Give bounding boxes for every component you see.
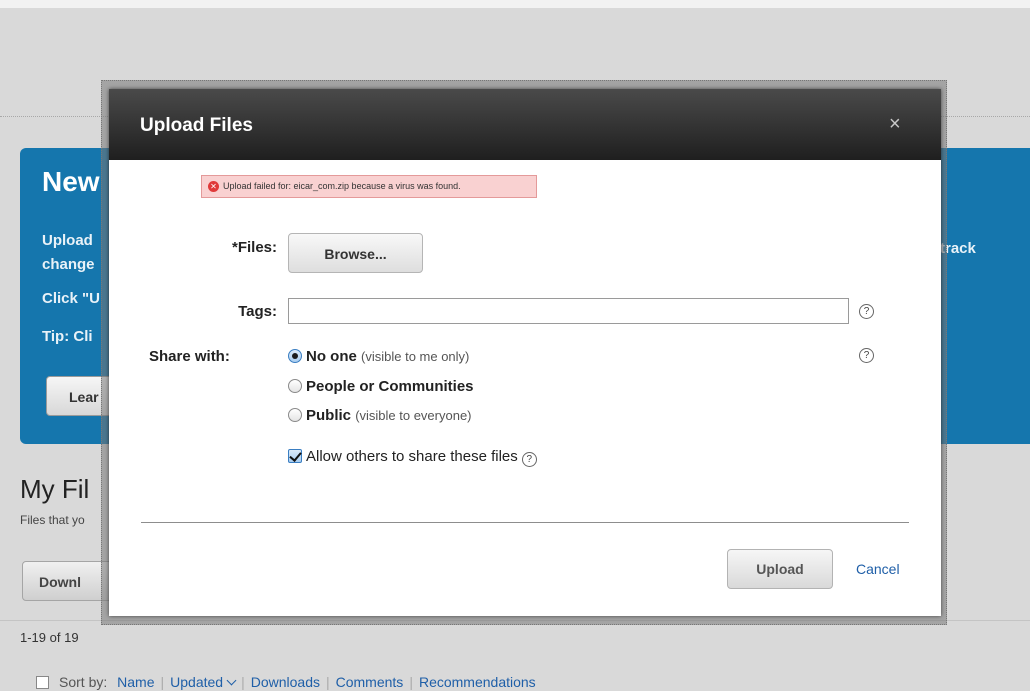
radio-button[interactable] bbox=[288, 379, 302, 393]
banner-line: Tip: Cli bbox=[42, 328, 93, 345]
share-option-no-one[interactable]: No one (visible to me only) bbox=[288, 348, 469, 365]
separator: | bbox=[160, 674, 165, 690]
close-icon[interactable]: × bbox=[889, 113, 901, 136]
select-all-checkbox[interactable] bbox=[36, 676, 49, 689]
separator: | bbox=[325, 674, 330, 690]
share-option-public[interactable]: Public (visible to everyone) bbox=[288, 407, 472, 424]
error-text: Upload failed for: eicar_com.zip because… bbox=[223, 181, 461, 191]
sort-updated-label: Updated bbox=[170, 674, 224, 690]
error-icon: ✕ bbox=[208, 181, 219, 192]
share-help-icon[interactable]: ? bbox=[859, 348, 874, 363]
chevron-down-icon bbox=[226, 675, 237, 686]
share-with-label: Share with: bbox=[149, 348, 230, 365]
allow-share-checkbox[interactable] bbox=[288, 449, 302, 463]
tags-input[interactable] bbox=[288, 298, 849, 324]
banner-title: New bbox=[42, 166, 100, 197]
allow-share-help-icon[interactable]: ? bbox=[521, 452, 537, 467]
sort-bar: Sort by: Name | Updated | Downloads | Comments… bbox=[36, 674, 536, 690]
dialog-header: Upload Files × bbox=[109, 89, 941, 160]
tags-help-icon[interactable]: ? bbox=[859, 304, 874, 319]
sort-downloads-link[interactable]: Downloads bbox=[251, 674, 320, 690]
share-option-label: Public bbox=[306, 407, 352, 424]
sort-recommendations-link[interactable]: Recommendations bbox=[419, 674, 536, 690]
separator: | bbox=[241, 674, 245, 690]
share-option-note: (visible to me only) bbox=[361, 349, 470, 364]
radio-button[interactable] bbox=[288, 408, 302, 422]
sort-updated-link[interactable]: Updated bbox=[170, 674, 237, 690]
dialog-divider bbox=[141, 522, 909, 523]
files-label: *Files: bbox=[231, 239, 277, 256]
radio-button-selected[interactable] bbox=[288, 349, 302, 363]
browse-button[interactable]: Browse... bbox=[288, 233, 423, 273]
allow-share-option[interactable]: Allow others to share these files? bbox=[288, 448, 537, 467]
error-message: ✕ Upload failed for: eicar_com.zip becau… bbox=[201, 175, 537, 198]
section-description: Files that yo bbox=[20, 513, 85, 527]
share-option-note: (visible to everyone) bbox=[355, 408, 472, 423]
results-count: 1-19 of 19 bbox=[20, 630, 79, 645]
sort-name-link[interactable]: Name bbox=[117, 674, 154, 690]
top-strip bbox=[0, 0, 1030, 8]
section-title: My Fil bbox=[20, 474, 90, 504]
share-option-label: No one bbox=[306, 348, 357, 365]
dialog-title: Upload Files bbox=[140, 115, 253, 136]
allow-share-label: Allow others to share these files bbox=[306, 448, 518, 465]
share-option-people[interactable]: People or Communities bbox=[288, 378, 474, 395]
separator: | bbox=[409, 674, 413, 690]
share-option-label: People or Communities bbox=[306, 378, 474, 395]
upload-button[interactable]: Upload bbox=[727, 549, 833, 589]
upload-files-dialog: Upload Files × ✕ Upload failed for: eica… bbox=[109, 89, 941, 616]
banner-line: Click "U bbox=[42, 290, 100, 307]
banner-line: Upload bbox=[42, 232, 93, 249]
sort-label: Sort by: bbox=[59, 674, 108, 690]
sort-comments-link[interactable]: Comments bbox=[336, 674, 404, 690]
tags-label: Tags: bbox=[238, 303, 277, 320]
banner-line: change bbox=[42, 256, 95, 273]
cancel-link[interactable]: Cancel bbox=[856, 561, 900, 577]
